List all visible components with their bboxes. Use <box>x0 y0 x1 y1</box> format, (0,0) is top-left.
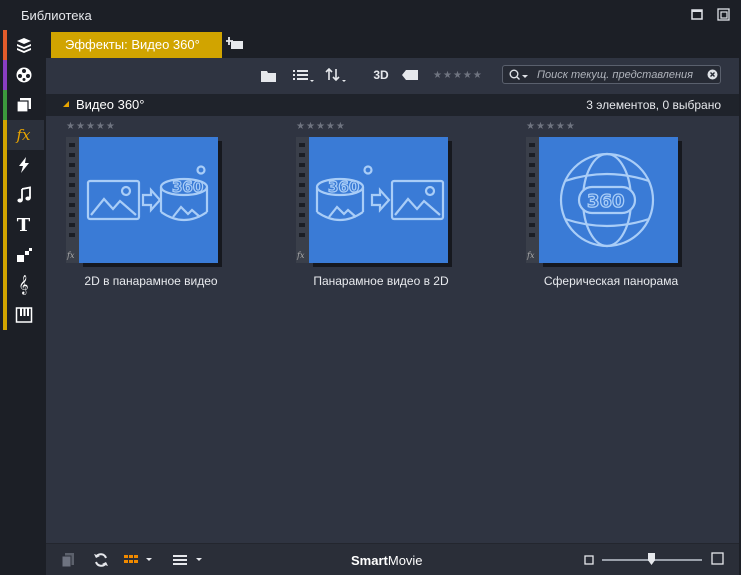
star-icon: ★ <box>452 70 462 81</box>
fx-badge-icon: fx <box>67 251 75 260</box>
sidebar-item-clips[interactable] <box>3 90 44 120</box>
clip-stack-icon <box>15 98 31 113</box>
zoom-out-icon[interactable] <box>584 552 594 568</box>
clear-search-icon[interactable] <box>707 69 718 80</box>
zoom-in-icon[interactable] <box>711 550 724 566</box>
smartmovie-button[interactable]: SmartMovie <box>351 553 423 568</box>
filmstrip: fx <box>66 137 79 263</box>
effect-thumbnail[interactable]: fx 360 <box>526 137 694 269</box>
spherical-panorama-art-icon: 360 <box>539 137 678 263</box>
sidebar-item-sound-effects[interactable] <box>3 300 44 330</box>
rating-filter-stars[interactable]: ★ ★ ★ ★ ★ <box>433 71 482 81</box>
effect-card[interactable]: ★ ★ ★ ★ ★ fx <box>276 122 476 312</box>
svg-text:360: 360 <box>172 178 203 196</box>
star-icon: ★ <box>66 121 75 132</box>
search-icon[interactable] <box>509 69 531 82</box>
star-icon: ★ <box>95 121 105 132</box>
refresh-icon[interactable] <box>93 552 109 568</box>
star-icon: ★ <box>555 121 565 132</box>
star-icon: ★ <box>545 121 555 132</box>
search-box <box>502 65 721 84</box>
library-sidebar: fx T 𝄞 <box>0 30 46 575</box>
bottom-bar: SmartMovie <box>46 543 739 575</box>
card-title: Панарамное видео в 2D <box>313 274 449 288</box>
list-view-icon[interactable] <box>293 66 315 84</box>
view-3d-button[interactable]: 3D <box>372 66 390 84</box>
grid-view-icon[interactable] <box>123 552 153 568</box>
star-icon: ★ <box>315 121 325 132</box>
music-note-icon <box>16 186 31 203</box>
star-icon: ★ <box>535 121 545 132</box>
sidebar-item-scorefitter[interactable]: 𝄞 <box>3 270 44 300</box>
section-header: Видео 360° 3 элементов, 0 выбрано <box>46 94 739 116</box>
search-input[interactable] <box>537 67 703 82</box>
star-icon: ★ <box>526 121 535 132</box>
window-title: Библиотека <box>21 8 92 23</box>
title-t-icon: T <box>16 214 31 236</box>
collapse-triangle-icon[interactable] <box>63 101 70 108</box>
card-title: 2D в панарамное видео <box>84 274 218 288</box>
360-to-2d-art-icon: 360 <box>309 137 448 263</box>
star-icon: ★ <box>75 121 85 132</box>
star-icon: ★ <box>433 70 442 81</box>
star-icon: ★ <box>335 121 345 132</box>
title-bar: Библиотека <box>0 0 741 30</box>
effect-thumbnail[interactable]: fx 360 <box>66 137 234 269</box>
tab-effects-360[interactable]: Эффекты: Видео 360° <box>51 32 222 58</box>
sidebar-item-media[interactable] <box>3 60 44 90</box>
library-main: Эффекты: Видео 360° 3D ★★★★★ Видео 360° … <box>46 30 739 575</box>
rating-stars[interactable]: ★ ★ ★ ★ ★ <box>526 122 575 132</box>
filmstrip: fx <box>296 137 309 263</box>
svg-text:360: 360 <box>587 191 625 212</box>
sidebar-item-transitions[interactable] <box>3 150 44 180</box>
sidebar-item-titles[interactable]: T <box>3 210 44 240</box>
2d-to-360-art-icon: 360 <box>79 137 218 263</box>
folder-icon[interactable] <box>260 66 278 84</box>
card-title: Сферическая панорама <box>543 274 679 288</box>
fx-badge-icon: fx <box>297 251 305 260</box>
sort-icon[interactable] <box>325 66 349 84</box>
restore-icon[interactable] <box>717 8 731 22</box>
effect-card[interactable]: ★ ★ ★ ★ ★ fx 360 Сферическая панорама <box>506 122 706 312</box>
maximize-icon[interactable] <box>690 8 704 22</box>
star-icon: ★ <box>462 70 472 81</box>
star-icon: ★ <box>305 121 315 132</box>
cube-stack-icon <box>16 38 31 53</box>
sidebar-item-montage[interactable] <box>3 240 44 270</box>
fx-badge-icon: fx <box>527 251 535 260</box>
smartmovie-brand-rest: Movie <box>387 553 423 568</box>
star-icon: ★ <box>442 70 452 81</box>
transition-bolt-icon <box>18 157 29 173</box>
rating-stars[interactable]: ★ ★ ★ ★ ★ <box>66 122 115 132</box>
selection-count: 3 элементов, 0 выбрано <box>586 98 721 112</box>
star-icon: ★ <box>472 70 482 81</box>
tag-icon[interactable] <box>402 66 418 84</box>
add-tab-icon[interactable] <box>226 36 244 52</box>
sidebar-item-audio[interactable] <box>3 180 44 210</box>
star-icon: ★ <box>105 121 115 132</box>
star-icon: ★ <box>325 121 335 132</box>
montage-icon <box>16 248 32 262</box>
star-icon: ★ <box>565 121 575 132</box>
effect-thumbnail[interactable]: fx 360 <box>296 137 464 269</box>
sidebar-item-projects[interactable] <box>3 30 44 60</box>
treble-clef-icon: 𝄞 <box>18 275 29 295</box>
star-icon: ★ <box>296 121 305 132</box>
menu-icon[interactable] <box>172 552 204 568</box>
zoom-slider-thumb[interactable] <box>648 553 655 565</box>
smartmovie-brand-bold: Smart <box>351 553 388 568</box>
film-reel-icon <box>16 67 31 83</box>
effect-card[interactable]: ★ ★ ★ ★ ★ fx <box>46 122 246 312</box>
fx-icon: fx <box>16 126 31 144</box>
copy-icon[interactable] <box>61 552 75 568</box>
piano-keys-icon <box>15 307 32 323</box>
rating-stars[interactable]: ★ ★ ★ ★ ★ <box>296 122 345 132</box>
star-icon: ★ <box>85 121 95 132</box>
tab-row: Эффекты: Видео 360° <box>46 30 739 58</box>
filmstrip: fx <box>526 137 539 263</box>
section-title: Видео 360° <box>76 97 145 112</box>
sidebar-item-effects[interactable]: fx <box>3 120 44 150</box>
svg-text:360: 360 <box>328 178 359 196</box>
